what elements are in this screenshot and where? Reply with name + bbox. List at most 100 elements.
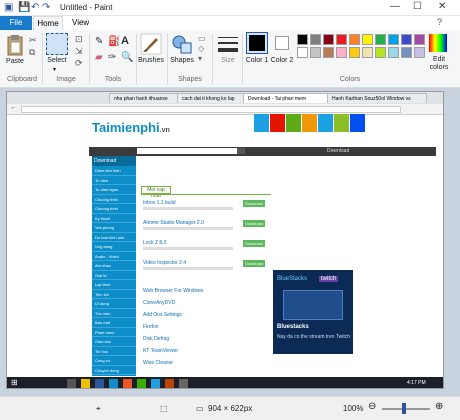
color1-swatch[interactable] [246,32,268,54]
site-category-icon[interactable] [350,114,365,132]
size-icon[interactable] [218,35,238,53]
software-title-link[interactable]: Ahnme Studio Manager 2.0 [143,220,204,226]
software-link[interactable]: Firefox [143,324,158,330]
save-icon[interactable]: 💾 [18,2,30,13]
software-title-link[interactable]: Video Inspector 2.4 [143,260,186,266]
palette-color-swatch[interactable] [323,47,334,58]
palette-color-swatch[interactable] [362,47,373,58]
download-button[interactable]: Download [243,200,265,207]
paste-button[interactable]: Paste [3,58,27,65]
site-category-icon[interactable] [334,114,349,132]
edit-colors-icon[interactable] [428,33,448,53]
palette-color-swatch[interactable] [349,34,360,45]
zoom-in-icon[interactable]: ⊕ [435,401,443,412]
site-logo[interactable]: Taimienphi.vn [92,120,170,135]
redo-icon[interactable]: ↷ [42,2,50,13]
software-link[interactable]: Add Ons Settings [143,312,182,318]
sidebar-category-item[interactable]: Am nhac [92,261,136,271]
nav-download-link[interactable]: Download [327,148,349,154]
copy-icon[interactable]: ⧉ [29,47,35,58]
maximize-icon[interactable]: ☐ [413,1,422,12]
palette-color-swatch[interactable] [336,47,347,58]
site-category-icon[interactable] [254,114,269,132]
site-category-icon[interactable] [286,114,301,132]
sidebar-category-item[interactable]: Lap trinh [92,280,136,290]
software-link[interactable]: Web Browser For Windows [143,288,203,294]
browser-tab[interactable]: Hanh Karthan Souz50ol Window vs [327,93,427,103]
crop-icon[interactable]: ⊡ [75,34,83,45]
back-icon[interactable]: ← [10,104,17,111]
ad-banner[interactable]: BlueStacks twitch Bluestacks Nay da co t… [273,270,353,354]
sidebar-category-item[interactable]: Di dong [92,299,136,309]
download-button[interactable]: Download [243,260,265,267]
palette-color-swatch[interactable] [375,34,386,45]
sidebar-category-item[interactable]: Giai tri [92,271,136,280]
sidebar-category-item[interactable]: Phan mem [92,328,136,337]
color2-button[interactable]: Color 2 [270,57,294,65]
palette-color-swatch[interactable] [414,34,425,45]
taskbar-app-icon[interactable] [109,379,118,388]
sidebar-category-item[interactable]: Tu dien ngon [92,185,136,195]
software-link[interactable]: Wise Cleaner [143,360,173,366]
site-search-input[interactable] [137,148,237,154]
taskbar-app-icon[interactable] [137,379,146,388]
brushes-button[interactable]: Brushes [136,57,166,64]
sidebar-category-item[interactable]: Bao mat [92,318,136,328]
pasted-screenshot[interactable]: nha phan hanh ithuanse cach dat it khong … [6,91,444,389]
palette-color-swatch[interactable] [401,47,412,58]
resize-icon[interactable]: ⇲ [75,46,83,57]
palette-color-swatch[interactable] [401,34,412,45]
pencil-icon[interactable]: ✎ [95,36,103,47]
software-link[interactable]: CloneAnyDVD [143,300,175,306]
section-tab[interactable]: Moi cap nhat [141,186,171,199]
taskbar-app-icon[interactable] [165,379,174,388]
sidebar-category-item[interactable]: Tu dien [92,176,136,185]
close-icon[interactable]: ✕ [438,1,446,12]
site-category-icon[interactable] [302,114,317,132]
color2-swatch[interactable] [275,36,289,50]
palette-color-swatch[interactable] [310,47,321,58]
sidebar-category-item[interactable]: Tien ich [92,290,136,299]
software-title-link[interactable]: Inbox 1.1 build [143,200,176,206]
sidebar-category-item[interactable]: Thu vien [92,309,136,318]
zoom-slider-thumb[interactable] [402,403,406,414]
minimize-icon[interactable]: — [390,1,400,12]
fill-icon[interactable]: ⛽ [108,36,120,47]
color1-button[interactable]: Color 1 [244,57,270,65]
address-bar[interactable] [21,106,401,113]
sidebar-category-item[interactable]: Ung dung [92,242,136,252]
software-title-link[interactable]: Lock Z 8.0 [143,240,166,246]
palette-color-swatch[interactable] [362,34,373,45]
sidebar-category-item[interactable]: Tin hoc [92,347,136,356]
download-button[interactable]: Download [243,240,265,247]
palette-color-swatch[interactable] [310,34,321,45]
palette-color-swatch[interactable] [323,34,334,45]
rotate-icon[interactable]: ⟳ [75,58,83,69]
software-link[interactable]: KT TeamViewer [143,348,178,354]
chevron-down-icon[interactable]: ▾ [53,66,56,73]
sidebar-category-item[interactable]: Chuong trinh [92,195,136,204]
shapes-icon[interactable] [171,33,193,55]
paste-icon[interactable] [6,34,24,56]
select-button[interactable]: Select [44,57,70,64]
cut-icon[interactable]: ✂ [29,35,37,46]
palette-color-swatch[interactable] [349,47,360,58]
palette-color-swatch[interactable] [375,47,386,58]
palette-color-swatch[interactable] [297,47,308,58]
site-category-icon[interactable] [318,114,333,132]
sidebar-category-item[interactable]: Cong cu [92,356,136,366]
taskbar-app-icon[interactable] [123,379,132,388]
site-category-icon[interactable] [270,114,285,132]
zoom-out-icon[interactable]: ⊖ [368,401,376,412]
sidebar-category-item[interactable]: Audio - Video [92,252,136,261]
software-link[interactable]: Disk Defrag [143,336,169,342]
palette-color-swatch[interactable] [388,34,399,45]
color-picker-icon[interactable]: ✑ [108,52,116,63]
taskbar-app-icon[interactable] [151,379,160,388]
palette-color-swatch[interactable] [388,47,399,58]
help-icon[interactable]: ? [437,17,442,27]
edit-colors-button[interactable]: Edit colors [424,56,454,72]
magnifier-icon[interactable]: 🔍 [121,52,133,63]
palette-color-swatch[interactable] [297,34,308,45]
windows-start-icon[interactable]: ⊞ [11,378,18,387]
